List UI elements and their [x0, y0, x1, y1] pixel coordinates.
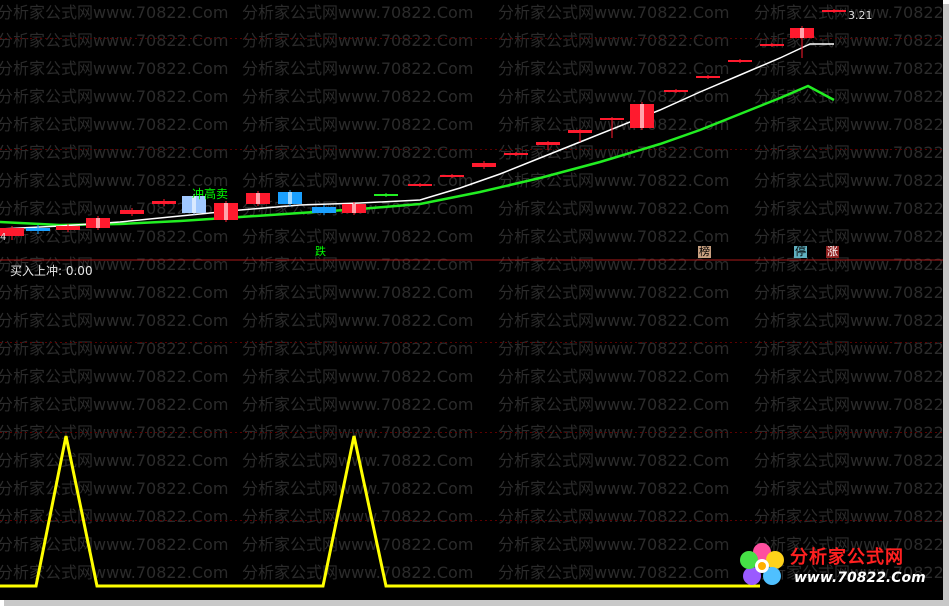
candle-body: [472, 163, 496, 167]
candle-body: [26, 228, 50, 231]
candle-body: [408, 184, 432, 186]
ma-slow-line: [0, 84, 835, 227]
candle-highlight: [352, 204, 356, 213]
signal-die: 跌: [315, 245, 326, 258]
candle-body: [312, 207, 336, 213]
signal-zhang: 涨: [826, 245, 839, 258]
candle-body: [664, 90, 688, 92]
candle-highlight: [256, 193, 260, 204]
candle-highlight: [640, 104, 644, 128]
candle-body: [728, 60, 752, 62]
chart-canvas[interactable]: [0, 0, 943, 600]
signal-ting: 停: [794, 245, 807, 258]
indicator-line: [0, 435, 760, 588]
candlestick-group: [0, 9, 846, 240]
sell-annotation: 冲高卖: [192, 187, 229, 201]
candle-highlight: [800, 28, 804, 38]
logo-url: www.70822.Com: [794, 570, 926, 586]
frame-shadow-bottom: [4, 600, 949, 606]
site-logo[interactable]: 分析家公式网 www.70822.Com: [736, 538, 936, 596]
indicator-label: 买入上冲: 0.00: [10, 264, 93, 278]
candle-body: [760, 44, 784, 46]
candle-body: [568, 130, 592, 133]
candle-body: [822, 10, 846, 12]
chart-frame: 分析家公式网www.70822.Com 分析家公式网www.70822.Com 分析…: [0, 0, 943, 600]
candle-body: [152, 201, 176, 204]
candle-body: [536, 142, 560, 145]
candle-body: [504, 153, 528, 155]
candle-highlight: [224, 203, 228, 220]
frame-shadow-right: [943, 4, 949, 606]
candle-body: [440, 175, 464, 177]
candle-body: [696, 76, 720, 78]
candle-body: [374, 194, 398, 196]
candle-body: [56, 226, 80, 230]
logo-title: 分析家公式网: [790, 547, 904, 568]
flower-icon: [740, 543, 784, 585]
price-high-label: 3.21: [848, 9, 873, 22]
signal-bang: 榜: [698, 245, 711, 258]
candle-highlight: [96, 218, 100, 228]
candle-highlight: [288, 192, 292, 204]
candle-body: [120, 210, 144, 214]
ma-fast-line: [0, 43, 834, 230]
first-bar-label: 4: [0, 232, 7, 243]
candle-body: [600, 118, 624, 120]
